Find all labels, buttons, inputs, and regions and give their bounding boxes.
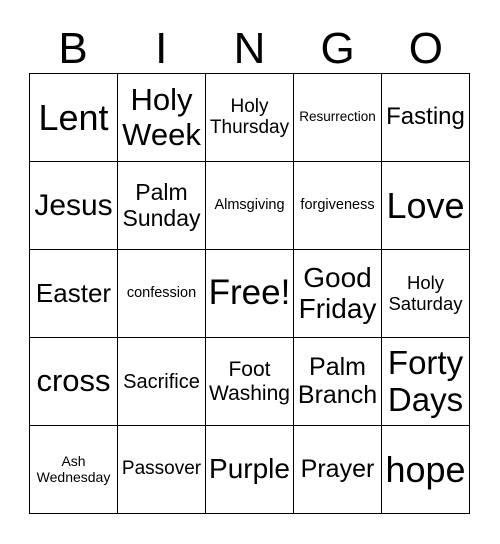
bingo-cell[interactable]: Palm Sunday [117,161,206,250]
bingo-header: B I N G O [29,24,471,74]
bingo-cell[interactable]: forgiveness [293,161,382,250]
grid-row: Ash Wednesday Passover Purple Prayer hop… [29,425,470,514]
header-letter-b: B [58,24,88,73]
bingo-cell[interactable]: Lent [29,73,118,162]
grid-row: Easter confession Free! Good Friday Holy… [29,249,470,338]
bingo-cell[interactable]: Jesus [29,161,118,250]
bingo-cell[interactable]: Palm Branch [293,337,382,426]
bingo-cell[interactable]: hope [381,425,470,514]
bingo-cell[interactable]: Almsgiving [205,161,294,250]
header-letter-n: N [233,24,266,73]
bingo-cell[interactable]: cross [29,337,118,426]
bingo-cell[interactable]: Resurrection [293,73,382,162]
bingo-cell[interactable]: Forty Days [381,337,470,426]
bingo-cell[interactable]: Easter [29,249,118,338]
grid-row: Lent Holy Week Holy Thursday Resurrectio… [29,73,470,162]
bingo-cell[interactable]: Passover [117,425,206,514]
bingo-cell[interactable]: Ash Wednesday [29,425,118,514]
bingo-cell[interactable]: confession [117,249,206,338]
bingo-cell[interactable]: Holy Week [117,73,206,162]
bingo-cell[interactable]: Holy Thursday [205,73,294,162]
bingo-cell[interactable]: Good Friday [293,249,382,338]
grid-row: Jesus Palm Sunday Almsgiving forgiveness… [29,161,470,250]
free-space-cell[interactable]: Free! [205,249,294,338]
header-letter-i: I [155,24,168,73]
bingo-cell[interactable]: Love [381,161,470,250]
bingo-cell[interactable]: Purple [205,425,294,514]
bingo-grid: Lent Holy Week Holy Thursday Resurrectio… [29,73,470,514]
bingo-cell[interactable]: Holy Saturday [381,249,470,338]
bingo-cell[interactable]: Sacrifice [117,337,206,426]
header-letter-g: G [320,24,355,73]
header-letter-o: O [408,24,443,73]
bingo-cell[interactable]: Prayer [293,425,382,514]
bingo-cell[interactable]: Fasting [381,73,470,162]
bingo-cell[interactable]: Foot Washing [205,337,294,426]
grid-row: cross Sacrifice Foot Washing Palm Branch… [29,337,470,426]
